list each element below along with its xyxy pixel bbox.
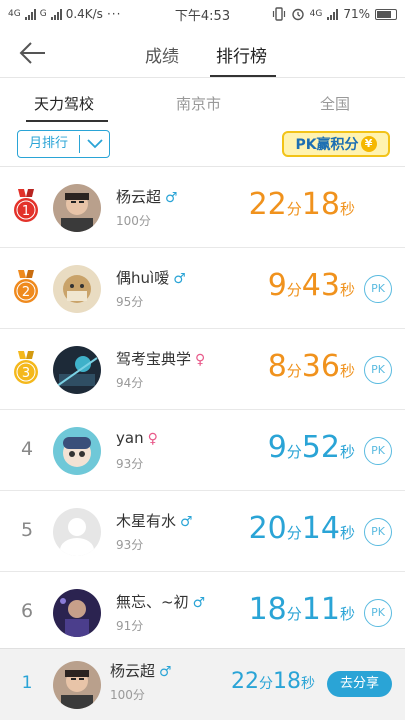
completion-time: 9分43秒 (267, 268, 355, 303)
male-icon: ♂ (173, 271, 186, 287)
tab-national[interactable]: 全国 (320, 93, 350, 114)
female-icon: ♀ (147, 431, 158, 447)
signal-icon-3 (327, 8, 339, 20)
user-name: 木星有水 ♂ (116, 512, 193, 530)
signal-icon-2 (50, 8, 62, 20)
top-nav: 成绩 排行榜 (0, 28, 405, 78)
scope-tabs: 天力驾校 南京市 全国 (0, 79, 405, 125)
user-name: 偶huì嗳 ♂ (116, 269, 186, 287)
active-tab-indicator (210, 75, 276, 77)
status-left: 4G G 0.4K/s ··· (8, 7, 168, 21)
back-arrow-icon[interactable] (18, 40, 48, 66)
rank-number: 6 (20, 600, 34, 622)
svg-text:2: 2 (22, 285, 30, 300)
list-item[interactable]: 2 偶huì嗳 ♂ 95分 9分43秒 PK (0, 248, 405, 329)
status-bar: 4G G 0.4K/s ··· 下午4:53 4G 71% (0, 0, 405, 28)
male-icon: ♂ (159, 664, 172, 680)
battery-percent: 71% (343, 7, 370, 21)
coin-icon: ¥ (360, 136, 377, 152)
network-type: 4G (8, 9, 21, 19)
pk-button[interactable]: PK (364, 356, 392, 384)
rank-number: 5 (20, 519, 34, 541)
completion-time: 8分36秒 (267, 349, 355, 384)
avatar (53, 589, 101, 637)
my-user-name: 杨云超 ♂ (110, 662, 172, 680)
list-item[interactable]: 5 木星有水 ♂ 93分 20分14秒 PK (0, 491, 405, 572)
my-avatar (53, 661, 101, 709)
user-name: 無忘、~初 ♂ (116, 593, 206, 611)
my-rank-number: 1 (21, 673, 33, 693)
clock: 下午4:53 (174, 8, 231, 24)
battery-icon (375, 8, 397, 20)
list-item[interactable]: 4 yan ♀ 93分 9分52秒 PK (0, 410, 405, 491)
svg-text:1: 1 (22, 204, 30, 219)
gold-medal-icon: 1 (14, 189, 38, 222)
male-icon: ♂ (192, 595, 206, 611)
user-name: 杨云超 ♂ (116, 188, 178, 206)
network-4g: 4G (309, 9, 323, 19)
my-score: 100分 (110, 688, 145, 702)
avatar (53, 346, 101, 394)
pk-button[interactable]: PK (364, 437, 392, 465)
user-score: 91分 (116, 619, 144, 633)
tab-leaderboard[interactable]: 排行榜 (216, 42, 267, 67)
user-score: 93分 (116, 457, 144, 471)
female-icon: ♀ (195, 352, 206, 368)
user-score: 93分 (116, 538, 144, 552)
user-score: 95分 (116, 295, 144, 309)
signal-icon (24, 8, 36, 20)
list-item[interactable]: 3 驾考宝典学 ♀ 94分 8分36秒 PK (0, 329, 405, 410)
alarm-icon (291, 8, 304, 21)
bronze-medal-icon: 3 (14, 351, 38, 384)
completion-time: 9分52秒 (267, 430, 355, 465)
pk-points-banner[interactable]: PK赢积分 ¥ (282, 131, 390, 157)
my-rank-bar: 1 杨云超 ♂ 100分 22分18秒 去分享 (0, 648, 405, 720)
network-type-2: G (39, 9, 47, 19)
completion-time: 22分18秒 (248, 187, 355, 222)
pk-button[interactable]: PK (364, 275, 392, 303)
completion-time: 20分14秒 (248, 511, 355, 546)
tab-scores[interactable]: 成绩 (145, 42, 179, 67)
list-item[interactable]: 1 杨云超 ♂ 100分 22分18秒 (0, 167, 405, 248)
rank-number: 4 (20, 438, 34, 460)
vibrate-icon (272, 7, 285, 21)
user-score: 100分 (116, 214, 151, 228)
more-dots-icon: ··· (106, 7, 122, 21)
male-icon: ♂ (180, 514, 193, 530)
user-name: yan ♀ (116, 429, 158, 447)
period-dropdown[interactable]: 月排行 (17, 130, 110, 158)
avatar (53, 184, 101, 232)
chevron-down-icon (80, 139, 109, 149)
scope-tab-indicator (26, 120, 108, 122)
user-name: 驾考宝典学 ♀ (116, 350, 206, 368)
my-completion-time: 22分18秒 (231, 669, 315, 694)
user-score: 94分 (116, 376, 144, 390)
pk-button[interactable]: PK (364, 599, 392, 627)
male-icon: ♂ (165, 190, 178, 206)
share-button[interactable]: 去分享 (327, 671, 392, 697)
avatar (53, 427, 101, 475)
tab-city[interactable]: 南京市 (176, 93, 221, 114)
silver-medal-icon: 2 (14, 270, 38, 303)
period-label: 月排行 (18, 135, 80, 153)
avatar (53, 265, 101, 313)
network-speed: 0.4K/s (65, 7, 103, 21)
list-item[interactable]: 6 無忘、~初 ♂ 91分 18分11秒 PK (0, 572, 405, 653)
completion-time: 18分11秒 (248, 592, 355, 627)
filter-row: 月排行 PK赢积分 ¥ (0, 125, 405, 167)
pk-button[interactable]: PK (364, 518, 392, 546)
svg-text:3: 3 (22, 366, 30, 381)
leaderboard-list: 1 杨云超 ♂ 100分 22分18秒 2 偶huì嗳 ♂ 95分 9分43秒 PK (0, 167, 405, 653)
pk-banner-text: PK赢积分 (295, 137, 359, 153)
avatar (53, 508, 101, 556)
tab-school[interactable]: 天力驾校 (34, 93, 94, 114)
status-right: 4G 71% (237, 7, 397, 21)
